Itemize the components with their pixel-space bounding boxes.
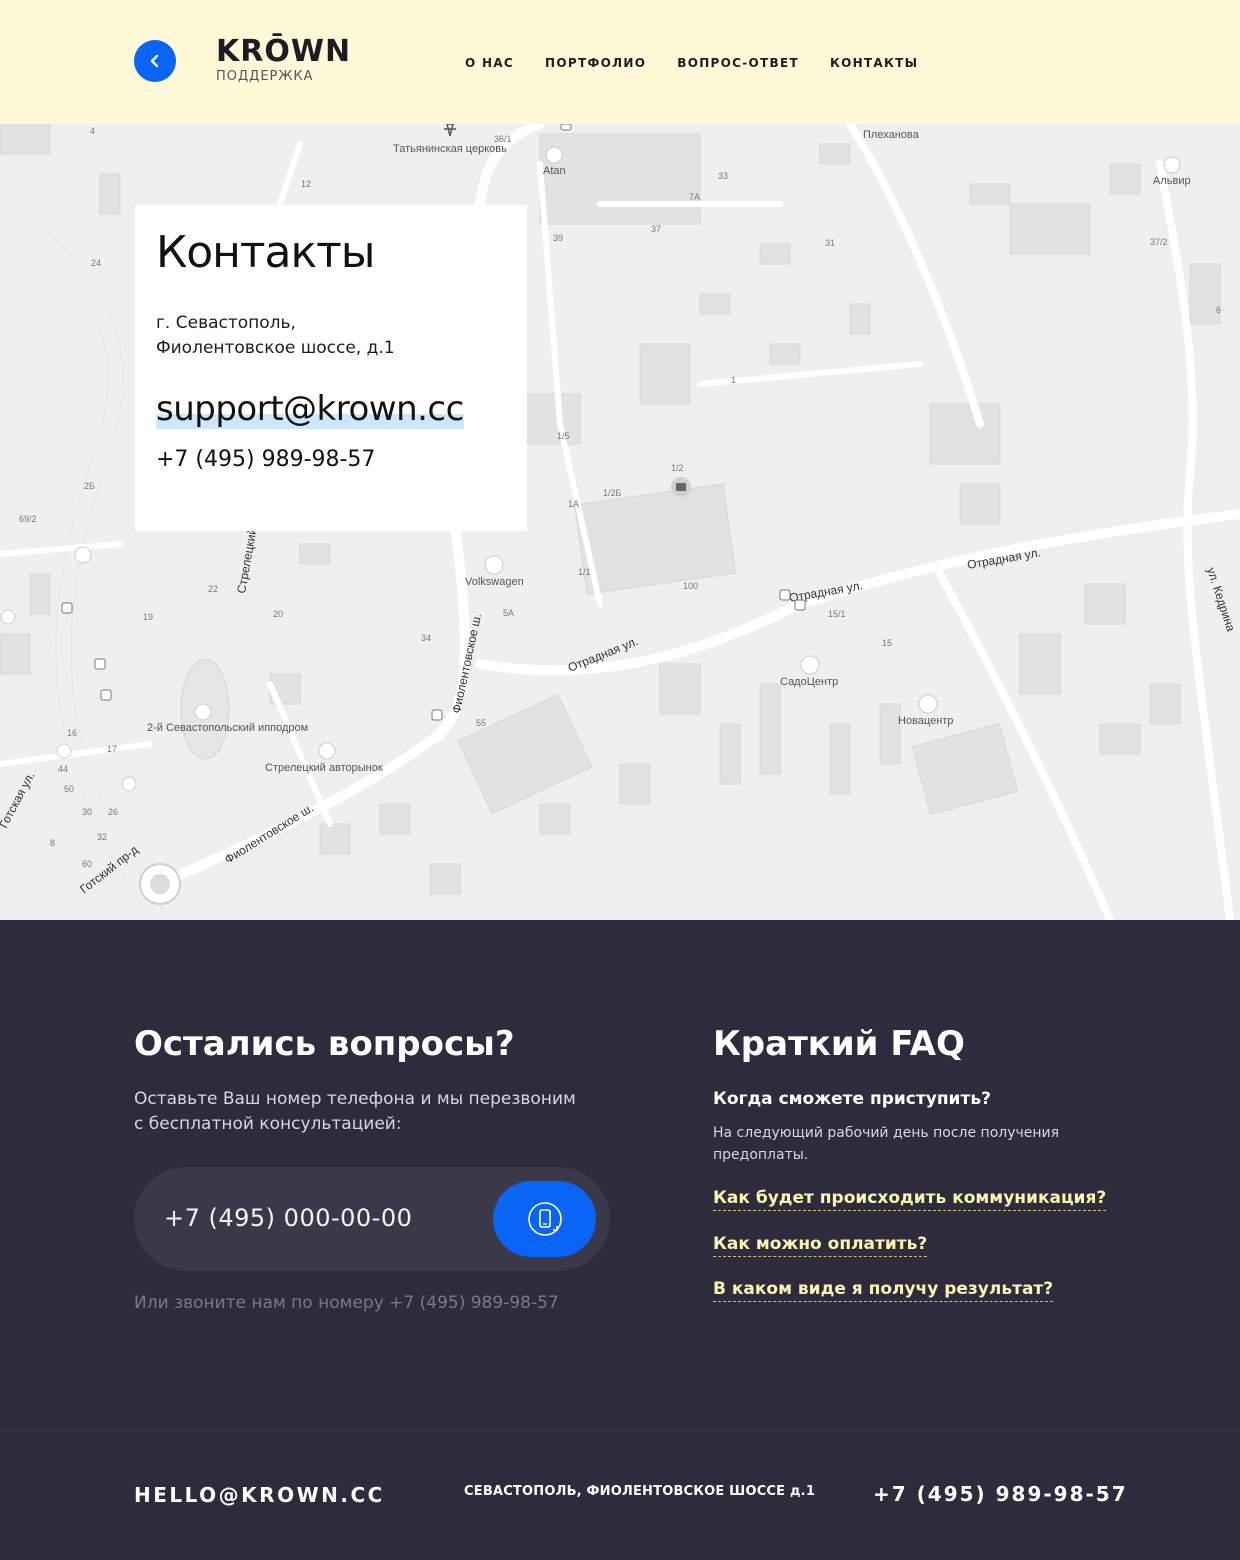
map-num: 36/1 (494, 134, 512, 144)
nav-about[interactable]: О НАС (465, 56, 514, 70)
map-num: 16 (67, 728, 77, 738)
faq-link-payment[interactable]: Как можно оплатить? (713, 1234, 928, 1257)
map-street-fiolent-2: Фиолентовское ш. (222, 801, 316, 867)
map-num: 4 (90, 126, 95, 136)
contact-address-line1: г. Севастополь, (156, 313, 296, 333)
call-alternative-text: Или звоните нам по номеру +7 (495) 989-9… (134, 1293, 559, 1313)
map-label-novacentr: Новацентр (898, 715, 953, 727)
logo-wordmark: KRŌWN (216, 34, 352, 69)
map-street-streletsky: Стрелецкий (234, 527, 259, 595)
map-label-sadocentr: СадоЦентр (780, 676, 838, 688)
questions-text-line2: с бесплатной консультацией: (134, 1114, 402, 1134)
chevron-left-icon (150, 54, 159, 68)
map-num: 50 (64, 784, 74, 794)
map-num: 1/1 (578, 567, 591, 577)
map-num: 39 (553, 233, 563, 243)
callback-form (134, 1167, 610, 1271)
map-num: 31 (825, 238, 835, 248)
map-num: 100 (683, 581, 698, 591)
map-num: 8 (50, 838, 55, 848)
map-num: 12 (301, 179, 311, 189)
map-label-atan-1: Atan (543, 165, 566, 177)
phone-input[interactable] (164, 1197, 484, 1239)
map-num: 37 (651, 224, 661, 234)
map-num: 22 (208, 584, 218, 594)
logo[interactable]: KRŌWN ПОДДЕРЖКА (216, 34, 351, 84)
map-num: 60 (82, 859, 92, 869)
footer-email[interactable]: HELLO@KROWN.CC (134, 1483, 385, 1507)
map-num: 17 (107, 744, 117, 754)
map-num: 55 (476, 718, 486, 728)
map-num: 6 (1216, 305, 1221, 315)
map-num: 2Б (84, 481, 95, 491)
phone-call-icon (527, 1202, 562, 1236)
map-num: 15/1 (828, 609, 846, 619)
map-street-gotskaya: Готская ул. (0, 769, 38, 830)
contact-phone[interactable]: +7 (495) 989-98-57 (156, 447, 506, 472)
questions-section: Остались вопросы? Оставьте Ваш номер тел… (0, 920, 1240, 1430)
nav-faq[interactable]: ВОПРОС-ОТВЕТ (677, 56, 799, 70)
map-num: 15 (882, 638, 892, 648)
map-num: 5А (503, 608, 514, 618)
nav-contacts[interactable]: КОНТАКТЫ (830, 56, 918, 70)
map-num: 37/2 (1150, 237, 1168, 247)
footer-address: СЕВАСТОПОЛЬ, ФИОЛЕНТОВСКОЕ ШОССЕ д.1 (464, 1484, 816, 1499)
contact-card: Контакты г. Севастополь, Фиолентовское ш… (135, 205, 527, 531)
map-num: 24 (91, 258, 101, 268)
map-label-church: Татьянинская церковь (393, 143, 507, 155)
map-num: 32 (97, 832, 107, 842)
map-num: 69/2 (19, 514, 37, 524)
faq-title: Краткий FAQ (713, 1024, 965, 1064)
map-num: 7А (689, 192, 700, 202)
map-num: 1/2Б (603, 488, 622, 498)
faq-answer: На следующий рабочий день после получени… (713, 1125, 1060, 1163)
map-num: 1/2 (671, 463, 684, 473)
questions-text: Оставьте Ваш номер телефона и мы перезво… (134, 1087, 604, 1137)
site-footer: HELLO@KROWN.CC СЕВАСТОПОЛЬ, ФИОЛЕНТОВСКО… (0, 1430, 1240, 1560)
map-label-volkswagen: Volkswagen (465, 576, 524, 588)
footer-phone[interactable]: +7 (495) 989-98-57 (873, 1482, 1128, 1506)
questions-title: Остались вопросы? (134, 1024, 515, 1064)
main-nav: О НАС ПОРТФОЛИО ВОПРОС-ОТВЕТ КОНТАКТЫ (465, 56, 918, 70)
map-num: 20 (273, 609, 283, 619)
contact-email-link[interactable]: support@krown.cc (156, 389, 464, 429)
contact-address-line2: Фиолентовское шоссе, д.1 (156, 338, 395, 358)
contact-title: Контакты (156, 227, 375, 278)
faq-link-result[interactable]: В каком виде я получу результат? (713, 1279, 1054, 1302)
back-button[interactable] (134, 40, 176, 82)
map-num: 1А (568, 499, 579, 509)
contact-address: г. Севастополь, Фиолентовское шоссе, д.1 (156, 311, 506, 361)
nav-portfolio[interactable]: ПОРТФОЛИО (545, 56, 646, 70)
faq-question: Когда сможете приступить? (713, 1089, 991, 1109)
map-num: 30 (82, 807, 92, 817)
map-label-hippodrome: 2-й Севастопольский ипподром (147, 722, 308, 734)
questions-text-line1: Оставьте Ваш номер телефона и мы перезво… (134, 1089, 576, 1109)
map-label-alvir: Альвир (1153, 175, 1191, 187)
map-num: 33 (718, 171, 728, 181)
map[interactable]: Татьянинская церковь Atan Альвир Плехано… (0, 124, 1240, 920)
logo-subtitle: ПОДДЕРЖКА (216, 69, 314, 84)
map-num: 34 (421, 633, 431, 643)
map-num: 44 (58, 764, 68, 774)
map-num: 1 (731, 375, 736, 385)
map-street-kedrina: ул. Кедрина (1204, 566, 1238, 634)
map-num: 19 (143, 612, 153, 622)
map-num: 1/5 (557, 431, 570, 441)
callback-button[interactable] (493, 1181, 596, 1257)
map-label-automarket: Стрелецкий авторынок (265, 762, 383, 774)
site-header: KRŌWN ПОДДЕРЖКА О НАС ПОРТФОЛИО ВОПРОС-О… (0, 0, 1240, 124)
faq-link-communication[interactable]: Как будет происходить коммуникация? (713, 1188, 1107, 1211)
map-num: 26 (108, 807, 118, 817)
map-label-plekhanova: Плеханова (863, 129, 920, 141)
